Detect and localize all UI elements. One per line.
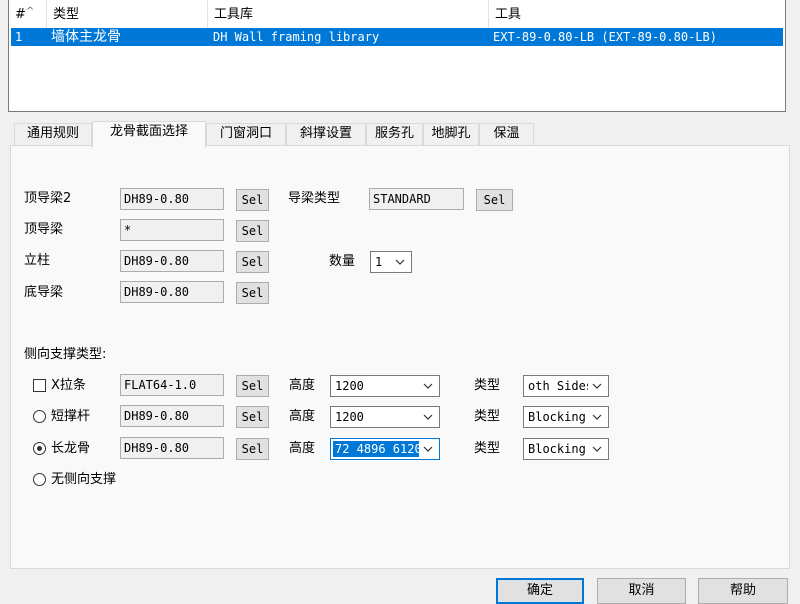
short-brace-type-label: 类型 (474, 409, 501, 424)
stud-field[interactable]: DH89-0.80 (120, 250, 224, 272)
short-brace-field[interactable]: DH89-0.80 (120, 405, 224, 427)
list-header: ^ # 类型 工具库 工具 (9, 0, 785, 28)
top-track2-field[interactable]: DH89-0.80 (120, 188, 224, 210)
chevron-down-icon (592, 414, 602, 420)
strap-type-label: 类型 (474, 378, 501, 393)
strap-height-select[interactable]: 1200 (330, 375, 440, 397)
tab-insulation[interactable]: 保温 (479, 123, 534, 145)
chevron-down-icon (423, 383, 433, 389)
track-type-label: 导梁类型 (288, 191, 341, 206)
top-track-field[interactable]: * (120, 219, 224, 241)
tab-general-rules[interactable]: 通用规则 (14, 123, 92, 145)
top-track2-label: 顶导梁2 (24, 191, 72, 206)
strap-type-select[interactable]: oth Sides (523, 375, 609, 397)
short-brace-type-select[interactable]: Blocking (523, 406, 609, 428)
short-brace-sel-button[interactable]: Sel (236, 406, 269, 428)
long-stud-label: 长龙骨 (51, 441, 91, 456)
long-stud-height-select[interactable]: 72 4896 6120 (330, 438, 440, 460)
bottom-track-field[interactable]: DH89-0.80 (120, 281, 224, 303)
chevron-down-icon (395, 259, 405, 265)
stud-label: 立柱 (24, 253, 51, 268)
top-track-sel-button[interactable]: Sel (236, 220, 269, 242)
strap-checkbox[interactable] (33, 379, 46, 392)
track-type-sel-button[interactable]: Sel (476, 189, 513, 211)
row-library: DH Wall framing library (213, 30, 380, 44)
no-bracing-label: 无侧向支撑 (51, 472, 117, 487)
help-button[interactable]: 帮助 (698, 578, 788, 604)
strap-field[interactable]: FLAT64-1.0 (120, 374, 224, 396)
short-brace-height-select[interactable]: 1200 (330, 406, 440, 428)
column-header-library[interactable]: 工具库 (208, 0, 489, 28)
top-track2-sel-button[interactable]: Sel (236, 189, 269, 211)
top-track-label: 顶导梁 (24, 222, 64, 237)
quantity-select[interactable]: 1 (370, 251, 412, 273)
stud-sel-button[interactable]: Sel (236, 251, 269, 273)
strap-label: X拉条 (51, 378, 86, 393)
long-stud-type-select[interactable]: Blocking (523, 438, 609, 460)
ok-button[interactable]: 确定 (496, 578, 584, 604)
long-stud-height-label: 高度 (289, 441, 316, 456)
chevron-down-icon (423, 446, 433, 452)
chevron-down-icon (423, 414, 433, 420)
strap-height-label: 高度 (289, 378, 316, 393)
long-stud-field[interactable]: DH89-0.80 (120, 437, 224, 459)
column-header-type[interactable]: 类型 (47, 0, 208, 28)
row-index: 1 (15, 30, 23, 44)
bottom-track-sel-button[interactable]: Sel (236, 282, 269, 304)
tab-stud-section[interactable]: 龙骨截面选择 (92, 121, 206, 148)
track-type-field[interactable]: STANDARD (369, 188, 464, 210)
chevron-down-icon (592, 383, 602, 389)
long-stud-type-label: 类型 (474, 441, 501, 456)
tab-openings[interactable]: 门窗洞口 (206, 123, 286, 145)
strap-sel-button[interactable]: Sel (236, 375, 269, 397)
row-tool: EXT-89-0.80-LB (EXT-89-0.80-LB) (493, 30, 717, 44)
long-stud-radio[interactable] (33, 442, 46, 455)
tab-service-holes[interactable]: 服务孔 (366, 123, 423, 145)
column-header-tool[interactable]: 工具 (489, 0, 785, 28)
column-header-index[interactable]: ^ # (9, 0, 47, 28)
tab-anchor-holes[interactable]: 地脚孔 (423, 123, 479, 145)
short-brace-radio[interactable] (33, 410, 46, 423)
tool-list[interactable]: ^ # 类型 工具库 工具 1 墙体主龙骨 DH Wall framing li… (8, 0, 786, 112)
bottom-track-label: 底导梁 (24, 285, 64, 300)
cancel-button[interactable]: 取消 (597, 578, 686, 604)
tab-bracing[interactable]: 斜撑设置 (286, 123, 366, 145)
sort-up-icon: ^ (26, 6, 35, 17)
short-brace-height-label: 高度 (289, 409, 316, 424)
table-row[interactable]: 1 墙体主龙骨 DH Wall framing library EXT-89-0… (11, 28, 783, 46)
long-stud-sel-button[interactable]: Sel (236, 438, 269, 460)
chevron-down-icon (592, 446, 602, 452)
short-brace-label: 短撑杆 (51, 409, 91, 424)
row-type: 墙体主龙骨 (51, 29, 121, 45)
bracing-title: 侧向支撑类型: (24, 347, 107, 362)
quantity-label: 数量 (329, 254, 356, 269)
no-bracing-radio[interactable] (33, 473, 46, 486)
